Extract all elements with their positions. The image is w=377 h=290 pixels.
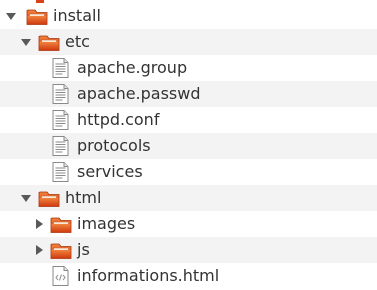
folder-label: etc bbox=[65, 32, 90, 51]
folder-label: html bbox=[65, 188, 102, 207]
folder-label: images bbox=[77, 214, 136, 233]
text-file-icon bbox=[49, 136, 71, 156]
folder-icon bbox=[50, 240, 72, 260]
file-tree: install etc apache.group apache.passwd h… bbox=[0, 0, 377, 290]
tree-row-file[interactable]: apache.passwd bbox=[0, 81, 377, 107]
folder-label: js bbox=[77, 240, 90, 259]
file-label: informations.html bbox=[77, 266, 220, 285]
folder-icon bbox=[26, 6, 48, 26]
tree-row-etc[interactable]: etc bbox=[0, 29, 377, 55]
text-file-icon bbox=[49, 58, 71, 78]
tree-row-html[interactable]: html bbox=[0, 185, 377, 211]
folder-icon bbox=[38, 32, 60, 52]
collapsed-arrow-icon[interactable] bbox=[36, 219, 43, 229]
file-label: apache.group bbox=[77, 58, 188, 77]
collapsed-arrow-icon[interactable] bbox=[36, 245, 43, 255]
html-file-icon bbox=[49, 266, 71, 286]
tree-row-js[interactable]: js bbox=[0, 237, 377, 263]
file-label: protocols bbox=[77, 136, 151, 155]
folder-label: install bbox=[53, 6, 101, 25]
tree-row-images[interactable]: images bbox=[0, 211, 377, 237]
tree-row-file[interactable]: informations.html bbox=[0, 263, 377, 289]
text-file-icon bbox=[49, 162, 71, 182]
tree-row-file[interactable]: services bbox=[0, 159, 377, 185]
tree-row-file[interactable]: httpd.conf bbox=[0, 107, 377, 133]
text-file-icon bbox=[49, 84, 71, 104]
expanded-arrow-icon[interactable] bbox=[6, 13, 16, 20]
file-label: httpd.conf bbox=[77, 110, 160, 129]
expanded-arrow-icon[interactable] bbox=[21, 39, 31, 46]
file-label: apache.passwd bbox=[77, 84, 201, 103]
text-file-icon bbox=[49, 110, 71, 130]
folder-icon bbox=[38, 188, 60, 208]
tree-row-file[interactable]: apache.group bbox=[0, 55, 377, 81]
folder-icon bbox=[50, 214, 72, 234]
expanded-arrow-icon[interactable] bbox=[21, 195, 31, 202]
tree-row-file[interactable]: protocols bbox=[0, 133, 377, 159]
file-label: services bbox=[77, 162, 143, 181]
tree-row-install[interactable]: install bbox=[0, 3, 377, 29]
